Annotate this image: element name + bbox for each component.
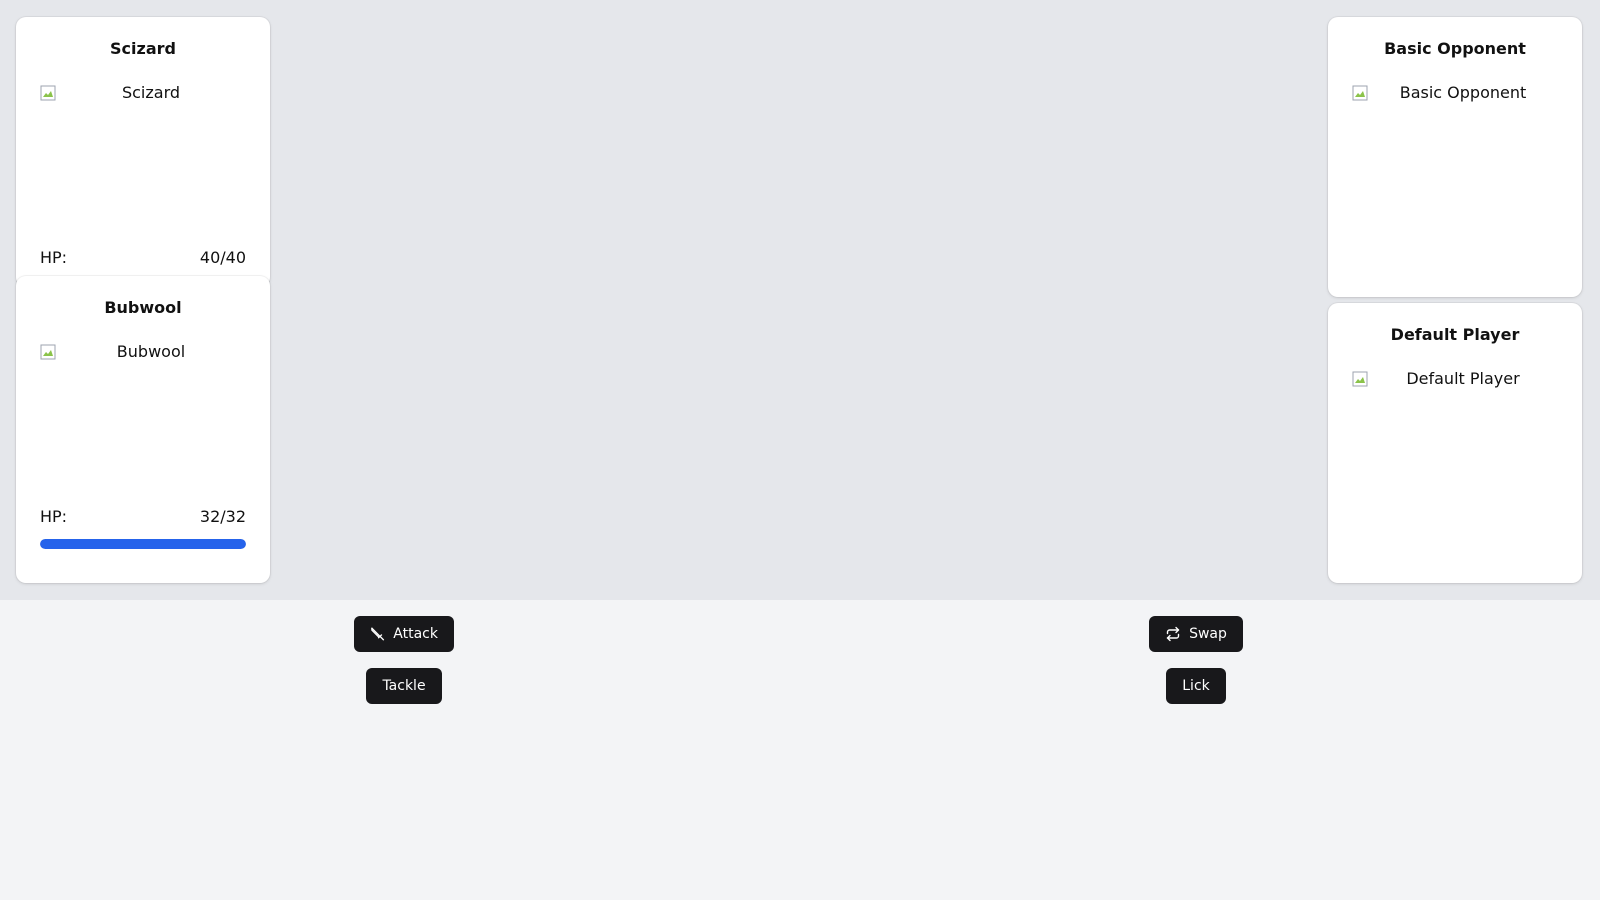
broken-image-icon bbox=[1352, 371, 1368, 387]
opponent-name: Default Player bbox=[1390, 325, 1520, 344]
hp-bar-fill bbox=[40, 539, 246, 549]
move-lick-button[interactable]: Lick bbox=[1166, 668, 1226, 704]
broken-image-icon bbox=[40, 344, 56, 360]
opponent-name: Basic Opponent bbox=[1384, 39, 1526, 58]
swap-button[interactable]: Swap bbox=[1149, 616, 1243, 652]
pokemon-sprite: Bubwool bbox=[40, 342, 246, 507]
opponent-sprite: Default Player bbox=[1352, 369, 1558, 534]
move-tackle-button[interactable]: Tackle bbox=[366, 668, 442, 704]
hp-label: HP: bbox=[40, 507, 68, 526]
opponent-card-basic-opponent[interactable]: Basic Opponent Basic Opponent bbox=[1328, 17, 1582, 297]
pokemon-card-scizard[interactable]: Scizard Scizard HP: 40/40 bbox=[16, 17, 270, 287]
opponent-card-default-player[interactable]: Default Player Default Player bbox=[1328, 303, 1582, 583]
sprite-alt-text: Bubwool bbox=[116, 342, 186, 361]
sprite-alt-text: Basic Opponent bbox=[1399, 83, 1527, 102]
sword-icon bbox=[371, 627, 385, 641]
hp-row: HP: 32/32 bbox=[40, 507, 246, 527]
hp-label: HP: bbox=[40, 248, 68, 267]
hp-row: HP: 40/40 bbox=[40, 248, 246, 268]
attack-label: Attack bbox=[393, 626, 438, 642]
hp-value: 40/40 bbox=[199, 248, 246, 267]
opponent-sprite: Basic Opponent bbox=[1352, 83, 1558, 248]
hp-bar bbox=[40, 539, 246, 549]
sprite-alt-text: Scizard bbox=[121, 83, 181, 102]
pokemon-name: Bubwool bbox=[104, 298, 182, 317]
move-label: Lick bbox=[1182, 678, 1210, 694]
broken-image-icon bbox=[40, 85, 56, 101]
hp-value: 32/32 bbox=[199, 507, 246, 526]
pokemon-sprite: Scizard bbox=[40, 83, 246, 248]
pokemon-card-bubwool[interactable]: Bubwool Bubwool HP: 32/32 bbox=[16, 276, 270, 583]
move-label: Tackle bbox=[382, 678, 426, 694]
swap-arrows-icon bbox=[1166, 626, 1180, 642]
broken-image-icon bbox=[1352, 85, 1368, 101]
sprite-alt-text: Default Player bbox=[1406, 369, 1520, 388]
pokemon-name: Scizard bbox=[110, 39, 176, 58]
swap-label: Swap bbox=[1189, 626, 1227, 642]
attack-button[interactable]: Attack bbox=[354, 616, 454, 652]
